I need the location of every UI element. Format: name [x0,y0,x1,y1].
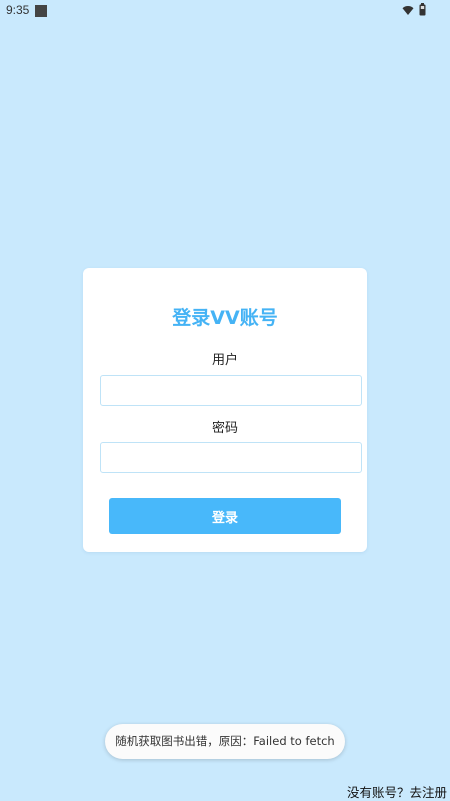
username-input[interactable] [100,375,362,406]
password-input[interactable] [100,442,362,473]
wifi-icon [402,6,414,15]
username-label: 用户 [211,353,238,368]
login-title: 登录VV账号 [172,307,278,329]
password-label: 密码 [211,421,238,436]
toast-message: 随机获取图书出错，原因：Failed to fetch [115,734,335,748]
error-toast: 随机获取图书出错，原因：Failed to fetch [105,724,345,759]
register-link[interactable]: 没有账号？去注册 [347,782,447,801]
battery-icon [419,3,426,16]
status-time: 9:35 [6,3,30,17]
status-bar: 9:35 [0,0,450,22]
notification-square-icon [35,5,47,17]
login-button[interactable]: 登录 [109,498,341,534]
login-card: 登录VV账号 用户 密码 登录 [83,268,367,552]
